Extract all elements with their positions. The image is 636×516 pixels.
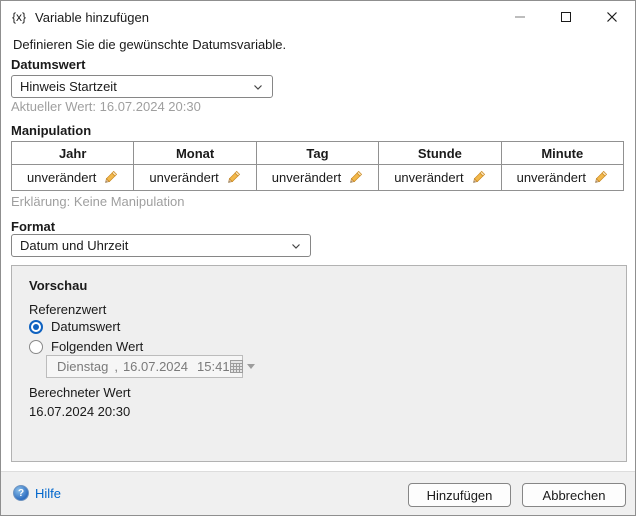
dialog-variable-hinzufuegen: {x} Variable hinzufügen Definieren Sie d…	[0, 0, 636, 516]
add-button[interactable]: Hinzufügen	[408, 483, 511, 507]
manipulation-cell-stunde[interactable]: unverändert	[379, 165, 501, 191]
pencil-icon[interactable]	[593, 170, 608, 185]
column-header-tag: Tag	[257, 142, 379, 165]
pencil-icon[interactable]	[348, 170, 363, 185]
maximize-icon	[561, 12, 571, 22]
maximize-button[interactable]	[543, 1, 589, 33]
radio-selected-icon	[29, 320, 43, 334]
format-label: Format	[11, 219, 55, 234]
picker-day: Dienstag	[57, 359, 108, 374]
explanation-text: Erklärung: Keine Manipulation	[11, 194, 184, 209]
manipulation-cell-tag[interactable]: unverändert	[257, 165, 379, 191]
manipulation-table: Jahr Monat Tag Stunde Minute unverändert…	[11, 141, 624, 191]
radio-datumswert-label: Datumswert	[51, 319, 120, 334]
format-dropdown-value: Datum und Uhrzeit	[20, 238, 128, 253]
manipulation-value-stunde: unverändert	[394, 170, 463, 185]
computed-value-label: Berechneter Wert	[29, 385, 131, 400]
picker-dropdown-button	[230, 360, 255, 373]
reference-label: Referenzwert	[29, 302, 106, 317]
help-label: Hilfe	[35, 486, 61, 501]
minimize-button	[497, 1, 543, 33]
pencil-icon[interactable]	[471, 170, 486, 185]
preview-title: Vorschau	[29, 278, 87, 293]
picker-date: 16.07.2024	[123, 359, 188, 374]
help-link[interactable]: ? Hilfe	[13, 485, 61, 501]
datumswert-dropdown[interactable]: Hinweis Startzeit	[11, 75, 273, 98]
column-header-stunde: Stunde	[379, 142, 501, 165]
manipulation-cell-jahr[interactable]: unverändert	[12, 165, 134, 191]
minimize-icon	[515, 16, 525, 18]
datetime-picker: Dienstag , 16.07.2024 15:41	[46, 355, 243, 378]
manipulation-value-jahr: unverändert	[27, 170, 96, 185]
manipulation-cell-monat[interactable]: unverändert	[134, 165, 256, 191]
manipulation-value-minute: unverändert	[517, 170, 586, 185]
close-icon	[606, 11, 618, 23]
footer-bar: ? Hilfe Hinzufügen Abbrechen	[1, 471, 635, 515]
pencil-icon[interactable]	[226, 170, 241, 185]
manipulation-value-tag: unverändert	[272, 170, 341, 185]
intro-text: Definieren Sie die gewünschte Datumsvari…	[13, 37, 286, 52]
chevron-down-icon	[252, 81, 264, 93]
dropdown-arrow-icon	[247, 364, 255, 369]
radio-folgenden-wert[interactable]: Folgenden Wert	[29, 339, 143, 354]
column-header-monat: Monat	[134, 142, 256, 165]
titlebar: {x} Variable hinzufügen	[1, 1, 635, 33]
radio-datumswert[interactable]: Datumswert	[29, 319, 120, 334]
manipulation-value-monat: unverändert	[149, 170, 218, 185]
preview-groupbox: Vorschau Referenzwert Datumswert Folgend…	[11, 265, 627, 462]
help-icon: ?	[13, 485, 29, 501]
datumswert-dropdown-value: Hinweis Startzeit	[20, 79, 117, 94]
column-header-jahr: Jahr	[12, 142, 134, 165]
chevron-down-icon	[290, 240, 302, 252]
current-value-text: Aktueller Wert: 16.07.2024 20:30	[11, 99, 201, 114]
format-dropdown[interactable]: Datum und Uhrzeit	[11, 234, 311, 257]
pencil-icon[interactable]	[103, 170, 118, 185]
manipulation-label: Manipulation	[11, 123, 91, 138]
manipulation-cell-minute[interactable]: unverändert	[502, 165, 624, 191]
variable-icon: {x}	[12, 10, 26, 24]
picker-time: 15:41	[197, 359, 230, 374]
column-header-minute: Minute	[502, 142, 624, 165]
radio-folgenden-wert-label: Folgenden Wert	[51, 339, 143, 354]
close-button[interactable]	[589, 1, 635, 33]
calendar-icon	[230, 360, 243, 373]
cancel-button[interactable]: Abbrechen	[522, 483, 626, 507]
picker-comma: ,	[114, 359, 118, 374]
radio-unselected-icon	[29, 340, 43, 354]
datumswert-label: Datumswert	[11, 57, 85, 72]
window-controls	[497, 1, 635, 33]
computed-value: 16.07.2024 20:30	[29, 404, 130, 419]
window-title: Variable hinzufügen	[35, 10, 149, 25]
